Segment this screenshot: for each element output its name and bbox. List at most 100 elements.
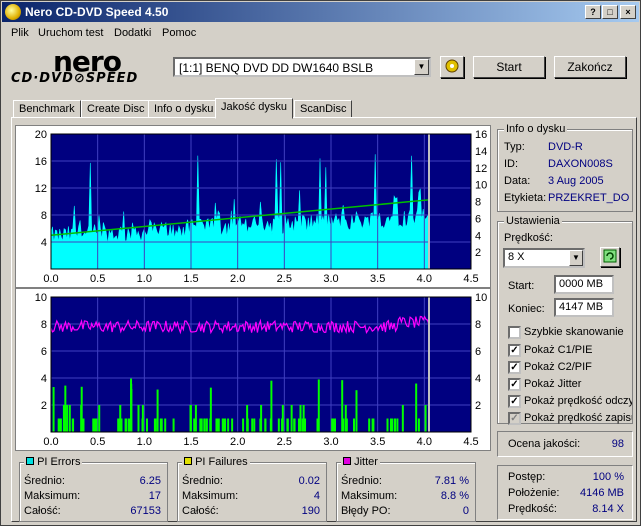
maximize-icon[interactable]: □ [602,5,618,19]
jitter-avg-value: 7.81 % [434,475,469,487]
tab-create-disc[interactable]: Create Disc [81,100,151,118]
y-left-tick-label: 4 [41,373,47,385]
quality-score-box: Ocena jakości: 98 [497,431,633,457]
progress-value: 100 % [592,471,624,483]
current-speed-label: Prędkość: [508,503,557,515]
speed-label: Prędkość: [504,232,553,244]
tab-benchmark[interactable]: Benchmark [13,100,81,118]
show-jitter-checkbox[interactable]: ✓ [508,378,521,391]
show-jitter-label: Pokaż Jitter [524,378,582,390]
show-write-speed-checkbox: ✓ [508,412,521,425]
drive-select-value: [1:1] BENQ DVD DD DW1640 BSLB [179,61,374,75]
disc-type-label: Typ: [504,141,525,153]
eject-button[interactable] [440,56,464,78]
speed-select[interactable]: 8 X ▼ [503,248,585,268]
pi-failures-color-swatch [184,457,192,465]
disc-date-label: Data: [504,175,531,187]
show-write-speed-label: Pokaż prędkość zapisu [524,412,632,424]
disc-date-value: 3 Aug 2005 [548,175,604,187]
menu-dodatki[interactable]: Dodatki [114,27,151,39]
y-left-tick-label: 16 [35,156,47,168]
pi-errors-max-value: 17 [148,490,161,502]
x-tick-label: 3.5 [370,436,385,448]
x-tick-label: 3.5 [370,273,385,285]
jitter-title-wrap: Jitter [341,456,380,468]
nero-app-icon [5,4,21,20]
x-tick-label: 4.5 [463,273,478,285]
show-read-speed-checkbox[interactable]: ✓ [508,395,521,408]
x-tick-label: 0.5 [90,273,105,285]
x-tick-label: 1.0 [137,273,152,285]
title-bar[interactable]: Nero CD-DVD Speed 4.50 ? □ × [2,2,639,22]
window-title: Nero CD-DVD Speed 4.50 [25,5,169,19]
start-button[interactable]: Start [473,56,545,78]
start-input[interactable]: 0000 MB [554,275,614,294]
pi-errors-chart-svg: 0.0 0.5 1.0 1.5 2.0 2.5 3.0 3.5 4.0 4.5 20 16 12 8 4 16… [35,129,488,285]
x-tick-label: 2.5 [277,436,292,448]
pi-errors-avg-value: 6.25 [139,475,161,487]
show-read-speed-label: Pokaż prędkość odczytu [524,395,632,407]
x-tick-label: 2.0 [230,273,245,285]
show-pie-checkbox[interactable]: ✓ [508,344,521,357]
chevron-down-icon[interactable]: ▼ [414,59,429,75]
quality-score-value: 98 [611,438,624,450]
help-icon[interactable]: ? [585,5,601,19]
pi-failures-jitter-chart-svg: 0.0 0.5 1.0 1.5 2.0 2.5 3.0 3.5 4.0 4.5 10 8 6 4 2 10 8 6… [35,292,488,448]
y-right-tick-label: 4 [475,373,481,385]
position-label: Położenie: [508,487,560,499]
progress-box: Postęp: 100 % Położenie: 4146 MB Prędkoś… [497,465,633,520]
tab-disc-info[interactable]: Info o dysku [148,100,220,118]
pi-failures-avg-value: 0.02 [298,475,320,487]
settings-group: Ustawienia Prędkość: 8 X ▼ Start: 0000 M… [497,215,633,425]
quality-panel: 0.0 0.5 1.0 1.5 2.0 2.5 3.0 3.5 4.0 4.5 20 16 12 8 4 16… [11,117,637,522]
end-button[interactable]: Zakończ [554,56,626,78]
y-left-tick-label: 2 [41,400,47,412]
disc-label-value: PRZEKRET_DO [548,192,630,204]
y-right-tick-label: 10 [475,180,487,192]
menu-pomoc[interactable]: Pomoc [162,27,196,39]
disc-info-group: Info o dysku Typ: DVD-R ID: DAXON008S Da… [497,123,633,212]
menu-uruchom-test[interactable]: Uruchom test [38,27,103,39]
y-right-tick-label: 6 [475,213,481,225]
x-tick-label: 3.0 [323,436,338,448]
quality-score-label: Ocena jakości: [508,438,581,450]
x-tick-label: 4.0 [417,273,432,285]
refresh-speed-button[interactable] [600,247,620,267]
x-tick-label: 0.0 [43,273,58,285]
po-errors-value: 0 [462,505,469,517]
jitter-title: Jitter [354,456,378,468]
jitter-max-value: 8.8 % [440,490,469,502]
drive-select[interactable]: [1:1] BENQ DVD DD DW1640 BSLB ▼ [173,57,431,77]
show-pif-checkbox[interactable]: ✓ [508,361,521,374]
end-input[interactable]: 4147 MB [554,298,614,317]
start-label: Start: [508,280,535,292]
pi-failures-total-label: Całość: [182,505,219,517]
x-tick-label: 2.5 [277,273,292,285]
tab-disc-quality[interactable]: Jakość dysku [215,98,294,119]
y-left-tick-label: 6 [41,346,47,358]
close-icon[interactable]: × [620,5,636,19]
end-label: Koniec: [508,303,545,315]
y-left-tick-label: 4 [41,237,47,249]
pi-errors-chart: 0.0 0.5 1.0 1.5 2.0 2.5 3.0 3.5 4.0 4.5 20 16 12 8 4 16… [15,125,491,288]
pi-errors-total-value: 67153 [130,505,161,517]
pi-failures-max-label: Maksimum: [182,490,239,502]
quick-scan-checkbox[interactable] [508,326,521,339]
disc-id-value: DAXON008S [548,158,613,170]
x-tick-label: 3.0 [323,273,338,285]
menu-plik[interactable]: Plik [11,27,29,39]
tab-scandisc[interactable]: ScanDisc [294,100,353,118]
pi-failures-stats: PI Failures Średnio: 0.02 Maksimum: 4 Ca… [177,456,327,522]
pi-failures-title: PI Failures [195,456,248,468]
y-left-tick-label: 20 [35,129,47,141]
pi-errors-max-label: Maksimum: [24,490,81,502]
pi-failures-total-value: 190 [301,505,320,517]
y-right-tick-label: 16 [475,129,487,141]
pi-errors-avg-label: Średnio: [24,475,65,487]
y-left-tick-label: 10 [35,292,47,304]
settings-title: Ustawienia [504,215,562,227]
pi-failures-jitter-chart: 0.0 0.5 1.0 1.5 2.0 2.5 3.0 3.5 4.0 4.5 10 8 6 4 2 10 8 6… [15,288,491,451]
pi-errors-total-label: Całość: [24,505,61,517]
chevron-down-icon[interactable]: ▼ [569,250,583,266]
disc-label-label: Etykieta: [504,192,547,204]
